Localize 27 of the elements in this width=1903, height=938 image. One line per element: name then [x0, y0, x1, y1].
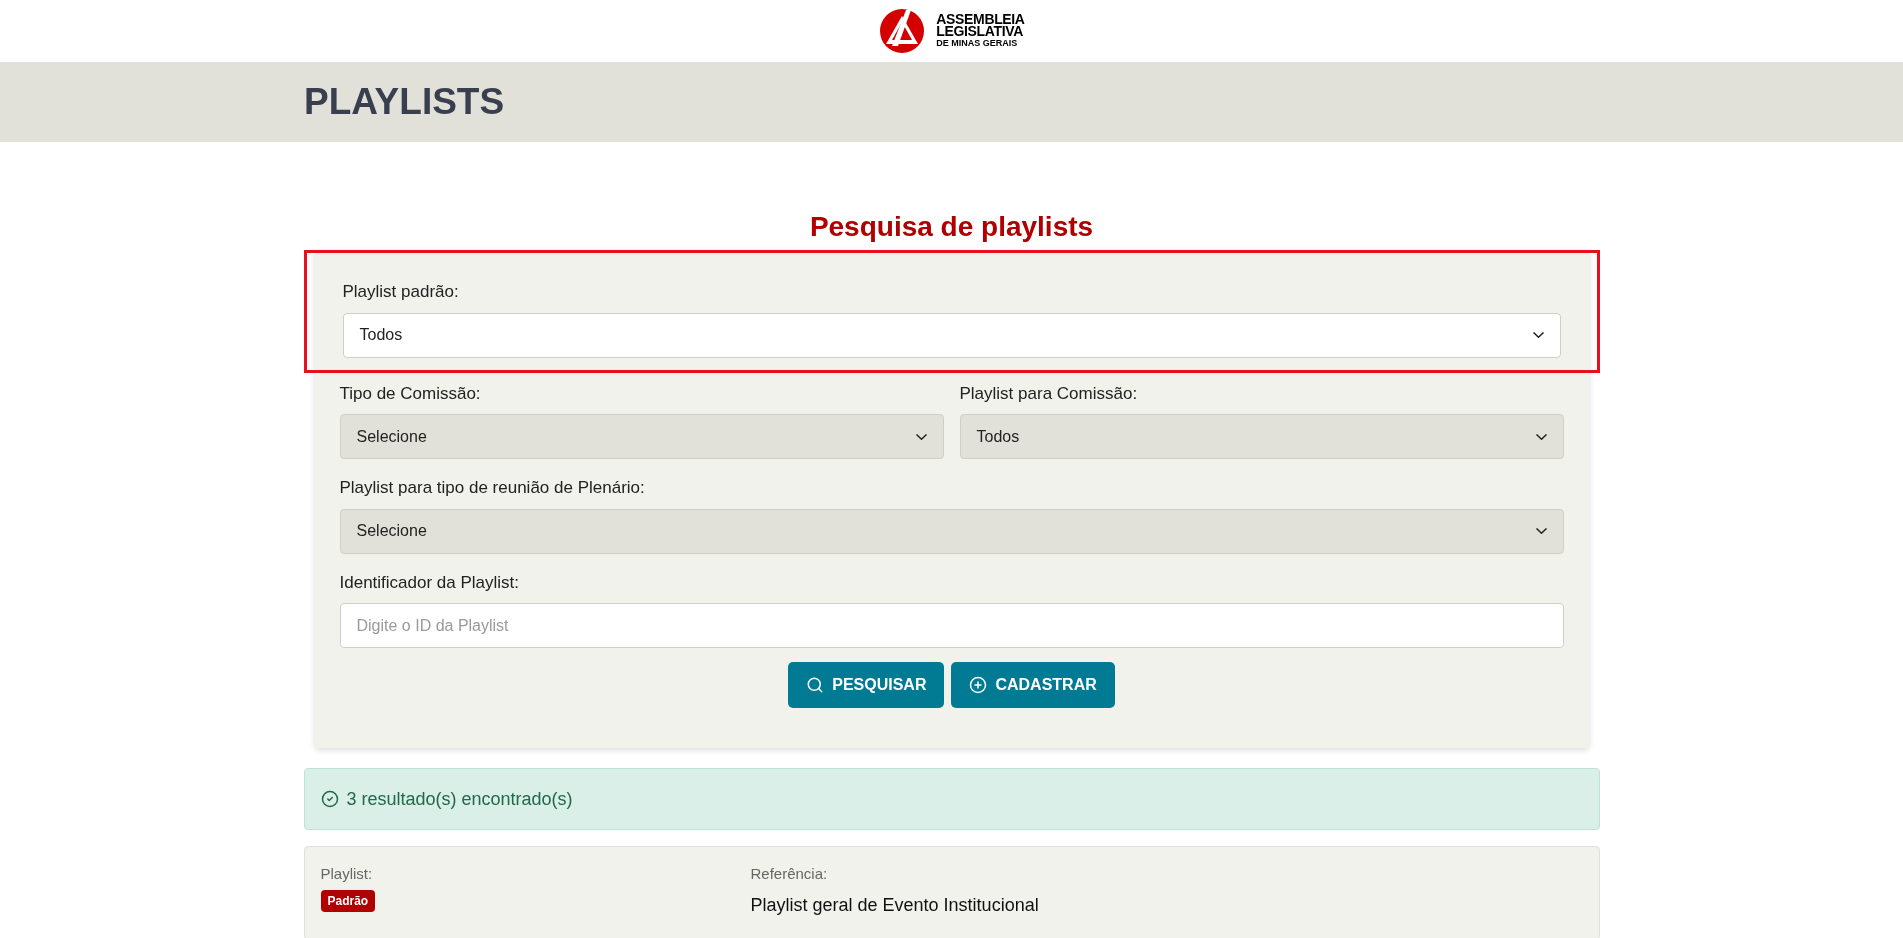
section-heading: Pesquisa de playlists: [808, 210, 1095, 244]
alert-text: 3 resultado(s) encontrado(s): [346, 787, 573, 811]
logo[interactable]: ASSEMBLEIA LEGISLATIVA DE MINAS GERAIS: [878, 8, 1025, 54]
chevron-down-icon: [1532, 332, 1544, 338]
logo-text: ASSEMBLEIA: [936, 13, 1025, 25]
chevron-down-icon: [1535, 528, 1547, 534]
field-label: Tipo de Comissão:: [339, 382, 482, 405]
chevron-down-icon: [915, 433, 927, 440]
field-label: Playlist padrão:: [342, 281, 460, 303]
check-circle-icon: [320, 790, 339, 808]
field-label: Playlist para tipo de reunião de Plenário:: [339, 477, 646, 499]
add-button[interactable]: CADASTRAR: [951, 662, 1115, 708]
field-label: Referência:: [750, 864, 829, 884]
field-label: Playlist:: [320, 864, 373, 884]
chevron-down-icon: [1535, 433, 1547, 440]
reference-text: Playlist geral de Evento Institucional: [750, 893, 1039, 917]
input-field[interactable]: Digite o ID da Playlist: [339, 603, 1564, 648]
field-label: Playlist para Comissão:: [959, 382, 1139, 405]
search-icon: [806, 676, 825, 694]
default-badge: Padrão: [320, 889, 376, 912]
page-title: PLAYLISTS: [304, 80, 505, 125]
field-label: Identificador da Playlist:: [339, 571, 521, 594]
search-button[interactable]: PESQUISAR: [788, 662, 945, 708]
plus-circle-icon: [969, 676, 988, 694]
select-field[interactable]: Todos: [342, 312, 1561, 358]
logo-text: DE MINAS GERAIS: [936, 37, 1019, 49]
logo-text: LEGISLATIVA: [936, 25, 1023, 37]
